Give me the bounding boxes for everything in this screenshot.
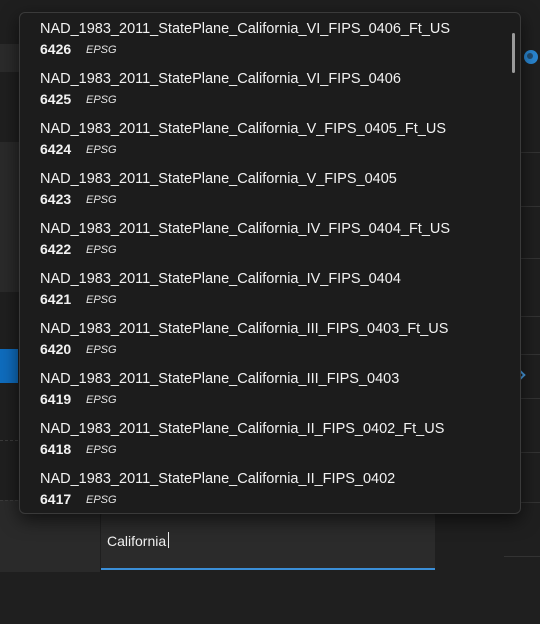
option-authority: EPSG [86,94,117,106]
option-code: 6421 [40,291,72,307]
option-name: NAD_1983_2011_StatePlane_California_V_FI… [40,171,397,187]
option-authority: EPSG [86,194,117,206]
option-authority: EPSG [86,244,117,256]
option-name: NAD_1983_2011_StatePlane_California_IV_F… [40,221,451,237]
list-item[interactable]: NAD_1983_2011_StatePlane_California_VI_F… [20,63,510,113]
search-input[interactable] [105,528,429,554]
globe-icon[interactable] [524,50,538,64]
option-code: 6420 [40,341,72,357]
option-authority: EPSG [86,344,117,356]
list-item[interactable]: NAD_1983_2011_StatePlane_California_IV_F… [20,213,510,263]
option-name: NAD_1983_2011_StatePlane_California_III_… [40,321,449,337]
option-name: NAD_1983_2011_StatePlane_California_VI_F… [40,71,401,87]
option-code: 6424 [40,141,72,157]
option-name: NAD_1983_2011_StatePlane_California_V_FI… [40,121,447,137]
option-name: NAD_1983_2011_StatePlane_California_VI_F… [40,21,451,37]
divider [0,440,18,441]
option-authority: EPSG [86,494,117,506]
list-item[interactable]: NAD_1983_2011_StatePlane_California_V_FI… [20,163,510,213]
option-authority: EPSG [86,144,117,156]
option-authority: EPSG [86,44,117,56]
option-code: 6419 [40,391,72,407]
divider [0,500,18,501]
list-item[interactable]: NAD_1983_2011_StatePlane_California_VI_F… [20,13,510,63]
list-item[interactable]: NAD_1983_2011_StatePlane_California_IV_F… [20,263,510,313]
option-code: 6418 [40,441,72,457]
option-authority: EPSG [86,294,117,306]
search-field[interactable] [101,512,435,570]
option-name: NAD_1983_2011_StatePlane_California_III_… [40,371,400,387]
option-code: 6423 [40,191,72,207]
option-name: NAD_1983_2011_StatePlane_California_IV_F… [40,271,401,287]
option-authority: EPSG [86,394,117,406]
option-code: 6425 [40,91,72,107]
coordinate-system-dropdown[interactable]: NAD_1983_2011_StatePlane_California_VI_F… [19,12,521,514]
text-caret [168,532,169,548]
option-code: 6426 [40,41,72,57]
divider [504,556,540,557]
option-code: 6422 [40,241,72,257]
option-authority: EPSG [86,444,117,456]
option-name: NAD_1983_2011_StatePlane_California_II_F… [40,471,396,487]
selected-item-indicator[interactable] [0,349,18,383]
list-item[interactable]: NAD_1983_2011_StatePlane_California_II_F… [20,463,510,513]
list-item[interactable]: NAD_1983_2011_StatePlane_California_III_… [20,363,510,413]
list-item[interactable]: NAD_1983_2011_StatePlane_California_V_FI… [20,113,510,163]
list-item[interactable]: NAD_1983_2011_StatePlane_California_II_F… [20,413,510,463]
option-name: NAD_1983_2011_StatePlane_California_II_F… [40,421,445,437]
option-code: 6417 [40,491,72,507]
list-item[interactable]: NAD_1983_2011_StatePlane_California_III_… [20,313,510,363]
scrollbar-thumb[interactable] [512,33,515,73]
